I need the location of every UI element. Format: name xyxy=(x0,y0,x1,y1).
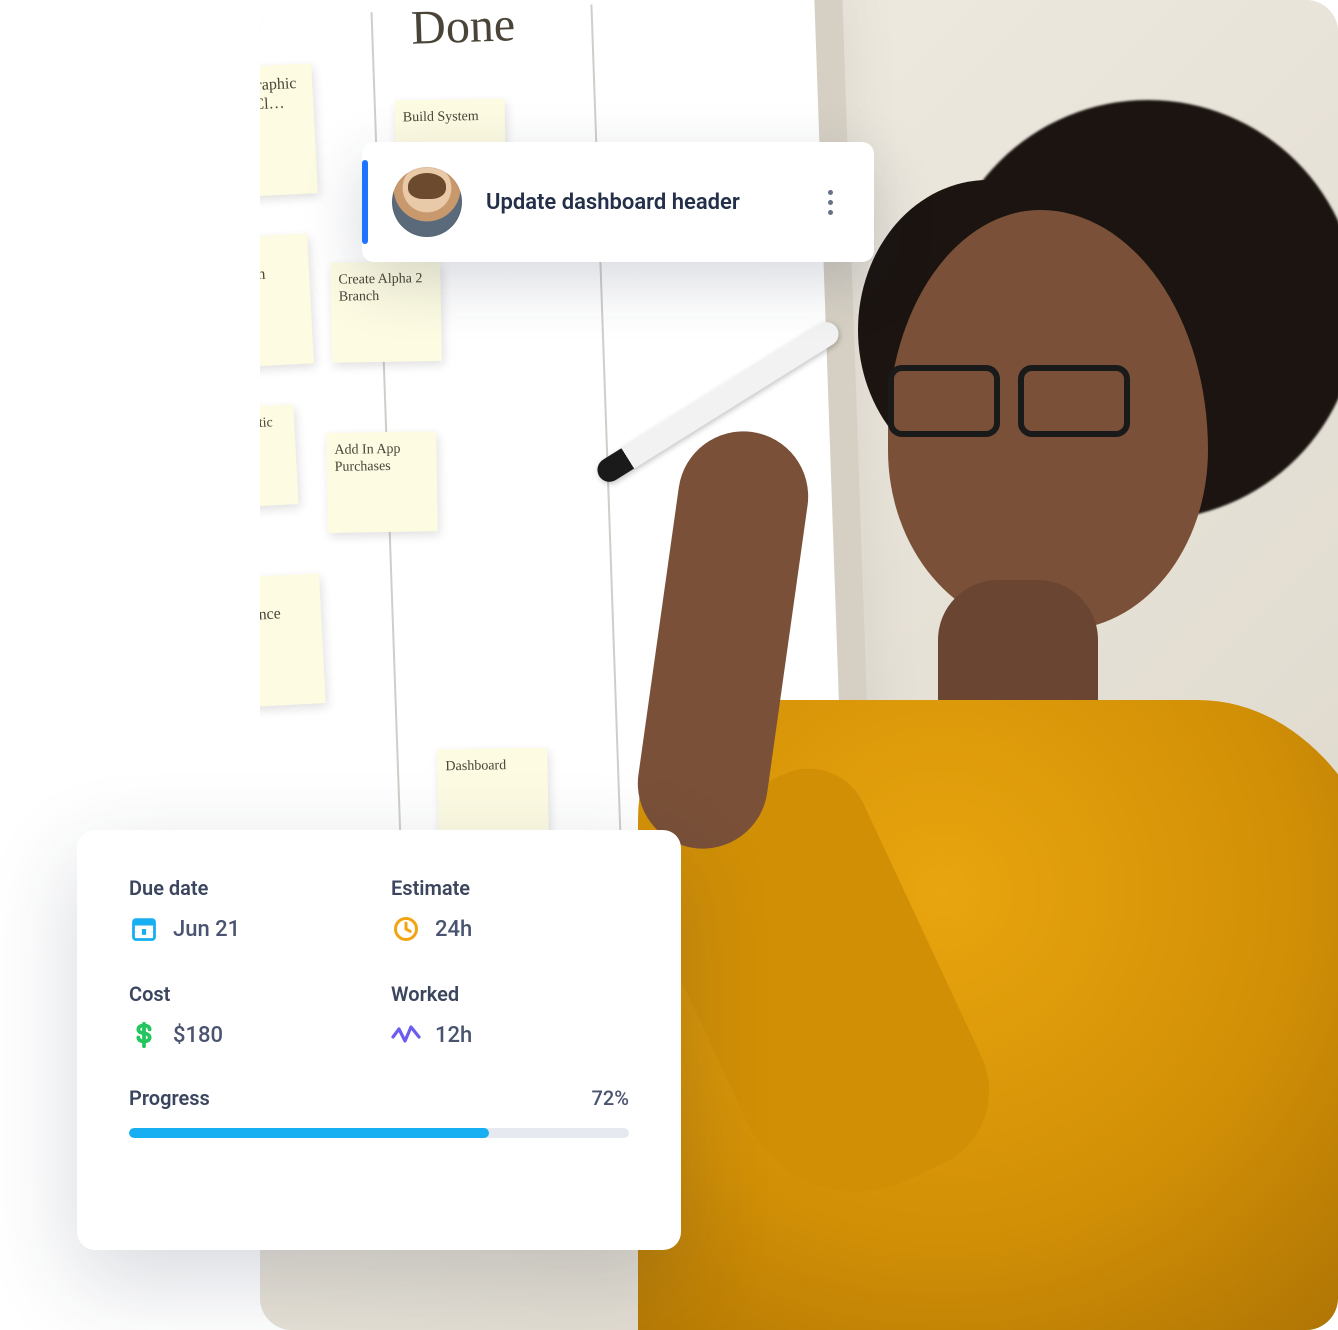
clock-icon xyxy=(391,914,421,944)
stat-due-date: Due date Jun 21 xyxy=(129,876,367,944)
dollar-icon xyxy=(129,1020,159,1050)
task-card[interactable]: Update dashboard header xyxy=(362,142,874,262)
stat-label: Estimate xyxy=(391,876,629,900)
more-options-icon[interactable] xyxy=(816,182,844,222)
stat-estimate: Estimate 24h xyxy=(391,876,629,944)
sticky-note: Migrate Graphic Assets to Cl… xyxy=(260,63,318,200)
calendar-icon xyxy=(129,914,159,944)
stat-value: 24h xyxy=(435,917,472,942)
stat-label: Due date xyxy=(129,876,367,900)
stat-value: $180 xyxy=(173,1023,223,1048)
sticky-note: AI Image Recognition xyxy=(260,233,314,370)
progress-label: Progress xyxy=(129,1086,210,1110)
progress-bar[interactable] xyxy=(129,1128,629,1138)
whiteboard-column-title: Done xyxy=(410,0,516,56)
stat-worked: Worked 12h xyxy=(391,982,629,1050)
progress-fill xyxy=(129,1128,489,1138)
sticky-note: Add In App Purchases xyxy=(326,431,438,533)
task-stats-card: Due date Jun 21 Estimate 24h Cost xyxy=(77,830,681,1250)
assignee-avatar[interactable] xyxy=(392,167,462,237)
stat-label: Worked xyxy=(391,982,629,1006)
stat-progress: Progress 72% xyxy=(129,1086,629,1138)
sticky-note: Fix Automatic Build xyxy=(260,404,299,510)
stat-value: Jun 21 xyxy=(173,917,240,942)
activity-icon xyxy=(391,1020,421,1050)
task-title: Update dashboard header xyxy=(486,190,816,215)
stat-cost: Cost $180 xyxy=(129,982,367,1050)
sticky-note: Test New Performance Profiler xyxy=(260,573,326,710)
stat-value: 12h xyxy=(435,1023,472,1048)
progress-percent: 72% xyxy=(592,1086,629,1110)
stat-label: Cost xyxy=(129,982,367,1006)
sticky-note: Create Alpha 2 Branch xyxy=(330,261,442,363)
task-accent-bar xyxy=(362,160,368,244)
